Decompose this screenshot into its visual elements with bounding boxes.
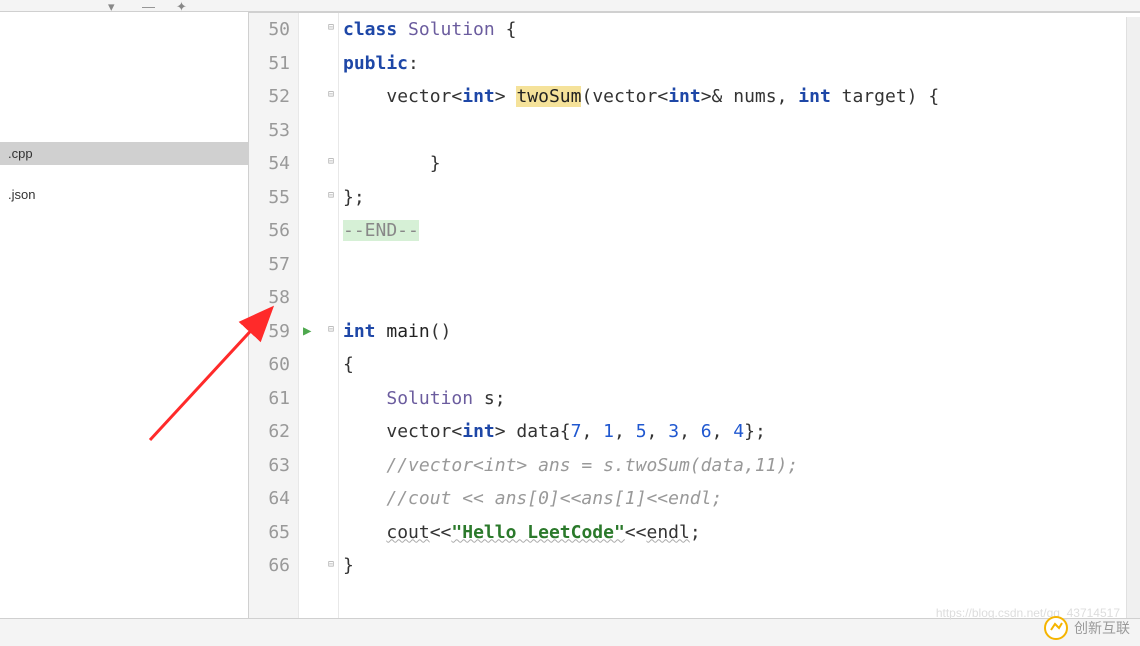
fold-icon[interactable]: ⊟: [325, 559, 337, 570]
line-number: 50: [249, 13, 290, 47]
line-number: 60: [249, 348, 290, 382]
fold-icon[interactable]: ⊟: [325, 89, 337, 100]
fold-icon[interactable]: ⊟: [325, 156, 337, 167]
sidebar-item-cpp[interactable]: .cpp: [0, 142, 248, 165]
line-number: 66: [249, 549, 290, 583]
line-number: 63: [249, 449, 290, 483]
fold-icon[interactable]: ⊟: [325, 22, 337, 33]
line-number-gutter: 50 51 52 53 54 55 56 57 58 59 60 61 62 6…: [249, 13, 299, 618]
line-number: 53: [249, 114, 290, 148]
line-number: 58: [249, 281, 290, 315]
fold-gutter: ⊟ ⊟ ⊟ ⊟ ⊟ ⊟: [323, 13, 339, 618]
line-number: 59: [249, 315, 290, 349]
line-number: 54: [249, 147, 290, 181]
settings-icon[interactable]: ✦: [176, 0, 190, 13]
status-bar: [0, 618, 1140, 646]
watermark-logo-icon: [1044, 616, 1068, 640]
sidebar-item-json[interactable]: .json: [0, 183, 248, 206]
line-number: 52: [249, 80, 290, 114]
editor-area: 50 51 52 53 54 55 56 57 58 59 60 61 62 6…: [249, 12, 1140, 618]
line-number: 57: [249, 248, 290, 282]
code-editor[interactable]: 50 51 52 53 54 55 56 57 58 59 60 61 62 6…: [249, 13, 1140, 618]
code-content[interactable]: class Solution { public: vector<int> two…: [339, 13, 1140, 618]
run-gutter: ▶: [299, 13, 323, 618]
fold-icon[interactable]: ⊟: [325, 190, 337, 201]
line-number: 65: [249, 516, 290, 550]
line-number: 62: [249, 415, 290, 449]
fold-icon[interactable]: ⊟: [325, 324, 337, 335]
watermark-text: 创新互联: [1074, 618, 1130, 638]
watermark: 创新互联: [1044, 616, 1130, 640]
project-sidebar: .cpp .json: [0, 12, 249, 618]
line-number: 51: [249, 47, 290, 81]
line-number: 55: [249, 181, 290, 215]
toolbar: ▾ — ✦: [0, 0, 1140, 12]
line-number: 56: [249, 214, 290, 248]
line-number: 61: [249, 382, 290, 416]
line-number: 64: [249, 482, 290, 516]
run-icon[interactable]: ▶: [303, 323, 311, 339]
vertical-scrollbar[interactable]: [1126, 17, 1140, 618]
expand-icon[interactable]: ▾: [108, 0, 122, 13]
collapse-icon[interactable]: —: [142, 0, 156, 13]
